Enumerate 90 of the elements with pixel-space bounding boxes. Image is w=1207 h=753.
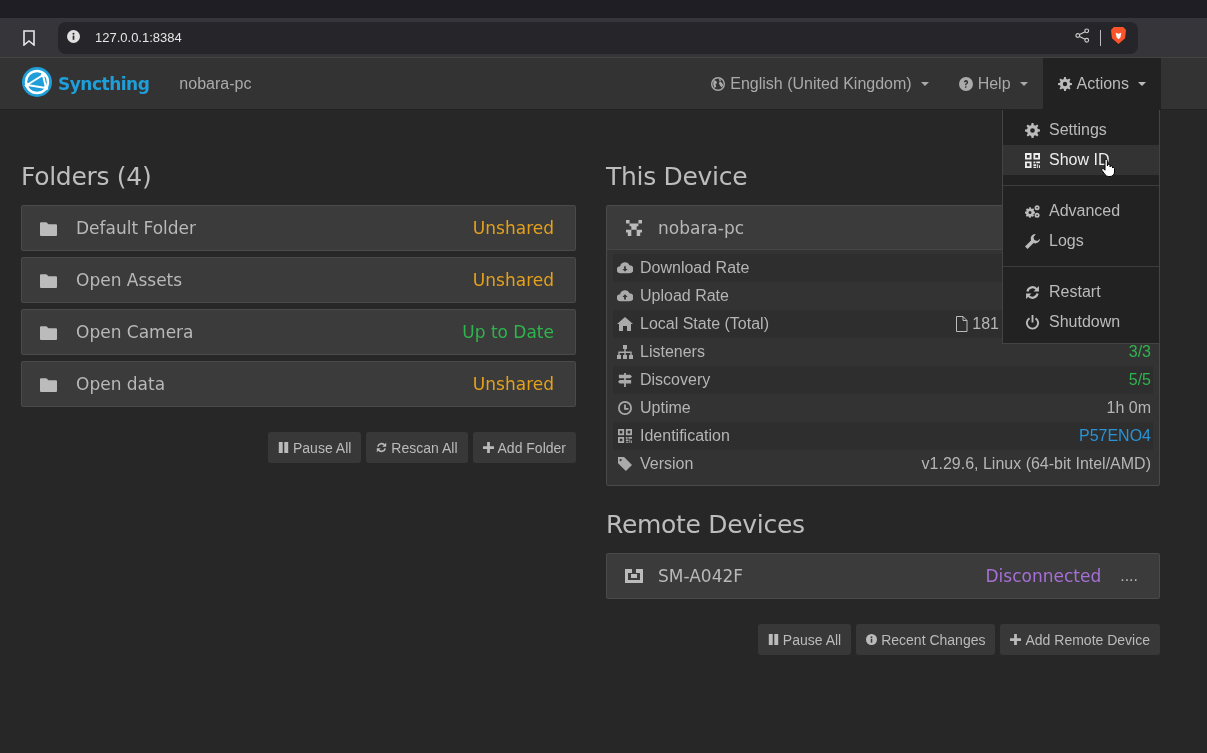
folder-icon: [40, 376, 57, 392]
folder-name: Open Camera: [76, 322, 194, 342]
folder-icon: [40, 220, 57, 236]
bookmark-icon: [23, 29, 35, 46]
nav-menu-button[interactable]: Help: [943, 58, 1043, 109]
section-heading: Remote Devices: [606, 510, 805, 539]
section-heading: Folders (4): [21, 162, 152, 191]
address-bar[interactable]: 127.0.0.1:8384: [58, 21, 1138, 54]
action-button[interactable]: Add Remote Device: [1000, 624, 1160, 655]
action-button[interactable]: Pause All: [268, 432, 362, 463]
menu-item[interactable]: Logs: [1003, 226, 1159, 256]
syncthing-logo-icon: [21, 65, 53, 98]
nav-menu-button[interactable]: Actions: [1042, 58, 1161, 109]
tag-icon: [617, 457, 633, 471]
cloud-download-icon: [617, 261, 633, 275]
identicon-icon: [625, 568, 643, 584]
device-name: nobara-pc: [658, 217, 745, 238]
menu-item[interactable]: Settings: [1003, 115, 1159, 145]
stat-label: Listeners: [640, 343, 705, 361]
menu-item[interactable]: Advanced: [1003, 196, 1159, 226]
stat-value: 1h 0m: [1106, 399, 1151, 417]
refresh-icon: [376, 442, 388, 453]
caret-icon: [920, 81, 929, 86]
info-icon: [67, 29, 80, 43]
file-icon: [955, 316, 969, 332]
qr-code-icon: [617, 429, 633, 443]
section-heading: This Device: [606, 162, 748, 191]
action-button[interactable]: Pause All: [757, 624, 852, 655]
ellipsis-text: ....: [1120, 568, 1138, 584]
stat-value: 3/3: [1128, 343, 1151, 361]
gear-icon: [1057, 76, 1072, 91]
stat-value: 181: [972, 315, 999, 333]
folder-icon: [40, 324, 57, 340]
folder-panel[interactable]: Default Folder Unshared: [21, 205, 576, 251]
pause-icon: [278, 442, 289, 453]
action-button[interactable]: Rescan All: [366, 432, 468, 463]
device-name: nobara-pc: [179, 74, 252, 93]
stat-label: Version: [640, 455, 694, 473]
folder-status: Unshared: [472, 218, 554, 238]
device-id-link[interactable]: P57ENO4: [1078, 427, 1151, 445]
signpost-icon: [617, 373, 633, 387]
lion-shield-icon: [1111, 27, 1126, 44]
cloud-upload-icon: [617, 289, 633, 303]
gear-icon: [1025, 122, 1040, 138]
info-icon: [866, 634, 878, 645]
folder-status: Unshared: [472, 374, 554, 394]
stat-label: Local State (Total): [640, 315, 769, 333]
globe-icon: [711, 76, 726, 91]
gears-icon: [1025, 203, 1040, 219]
stat-label: Identification: [640, 427, 730, 445]
home-icon: [617, 317, 633, 331]
remote-device-panel[interactable]: SM-A042F Disconnected ....: [606, 553, 1160, 599]
folder-status: Unshared: [472, 270, 554, 290]
identicon-icon: [625, 219, 643, 236]
sitemap-icon: [617, 345, 633, 359]
plus-icon: [482, 442, 494, 453]
folder-icon: [40, 272, 57, 288]
folder-panel[interactable]: Open Camera Up to Date: [21, 309, 576, 355]
menu-item[interactable]: Restart: [1003, 277, 1159, 307]
folder-name: Open data: [76, 374, 166, 394]
wrench-icon: [1025, 233, 1040, 249]
folder-name: Default Folder: [76, 218, 197, 238]
pause-icon: [767, 634, 779, 645]
power-icon: [1025, 314, 1040, 330]
qr-code-icon: [1025, 152, 1040, 168]
folder-panel[interactable]: Open data Unshared: [21, 361, 576, 407]
help-icon: [958, 76, 973, 91]
caret-icon: [1138, 81, 1146, 86]
clock-icon: [617, 401, 633, 415]
folder-panel[interactable]: Open Assets Unshared: [21, 257, 576, 303]
device-name: SM-A042F: [658, 566, 744, 586]
folder-status: Up to Date: [462, 322, 554, 342]
refresh-icon: [1025, 284, 1040, 300]
share-icon: [1075, 28, 1090, 43]
folder-name: Open Assets: [76, 270, 183, 290]
stat-label: Uptime: [640, 399, 691, 417]
caret-icon: [1019, 81, 1028, 86]
stat-value: 5/5: [1128, 371, 1151, 389]
brand-name[interactable]: Syncthing: [58, 73, 150, 94]
plus-icon: [1010, 634, 1022, 645]
stat-label: Download Rate: [640, 259, 750, 277]
nav-menu-button[interactable]: English (United Kingdom): [696, 58, 944, 109]
action-button[interactable]: Add Folder: [472, 432, 576, 463]
device-status: Disconnected: [985, 566, 1102, 586]
stat-value: v1.29.6, Linux (64-bit Intel/AMD): [921, 455, 1151, 473]
stat-label: Upload Rate: [640, 287, 729, 305]
action-button[interactable]: Recent Changes: [856, 624, 996, 655]
stat-label: Discovery: [640, 371, 711, 389]
menu-item[interactable]: Shutdown: [1003, 307, 1159, 337]
url-text: 127.0.0.1:8384: [95, 30, 182, 45]
